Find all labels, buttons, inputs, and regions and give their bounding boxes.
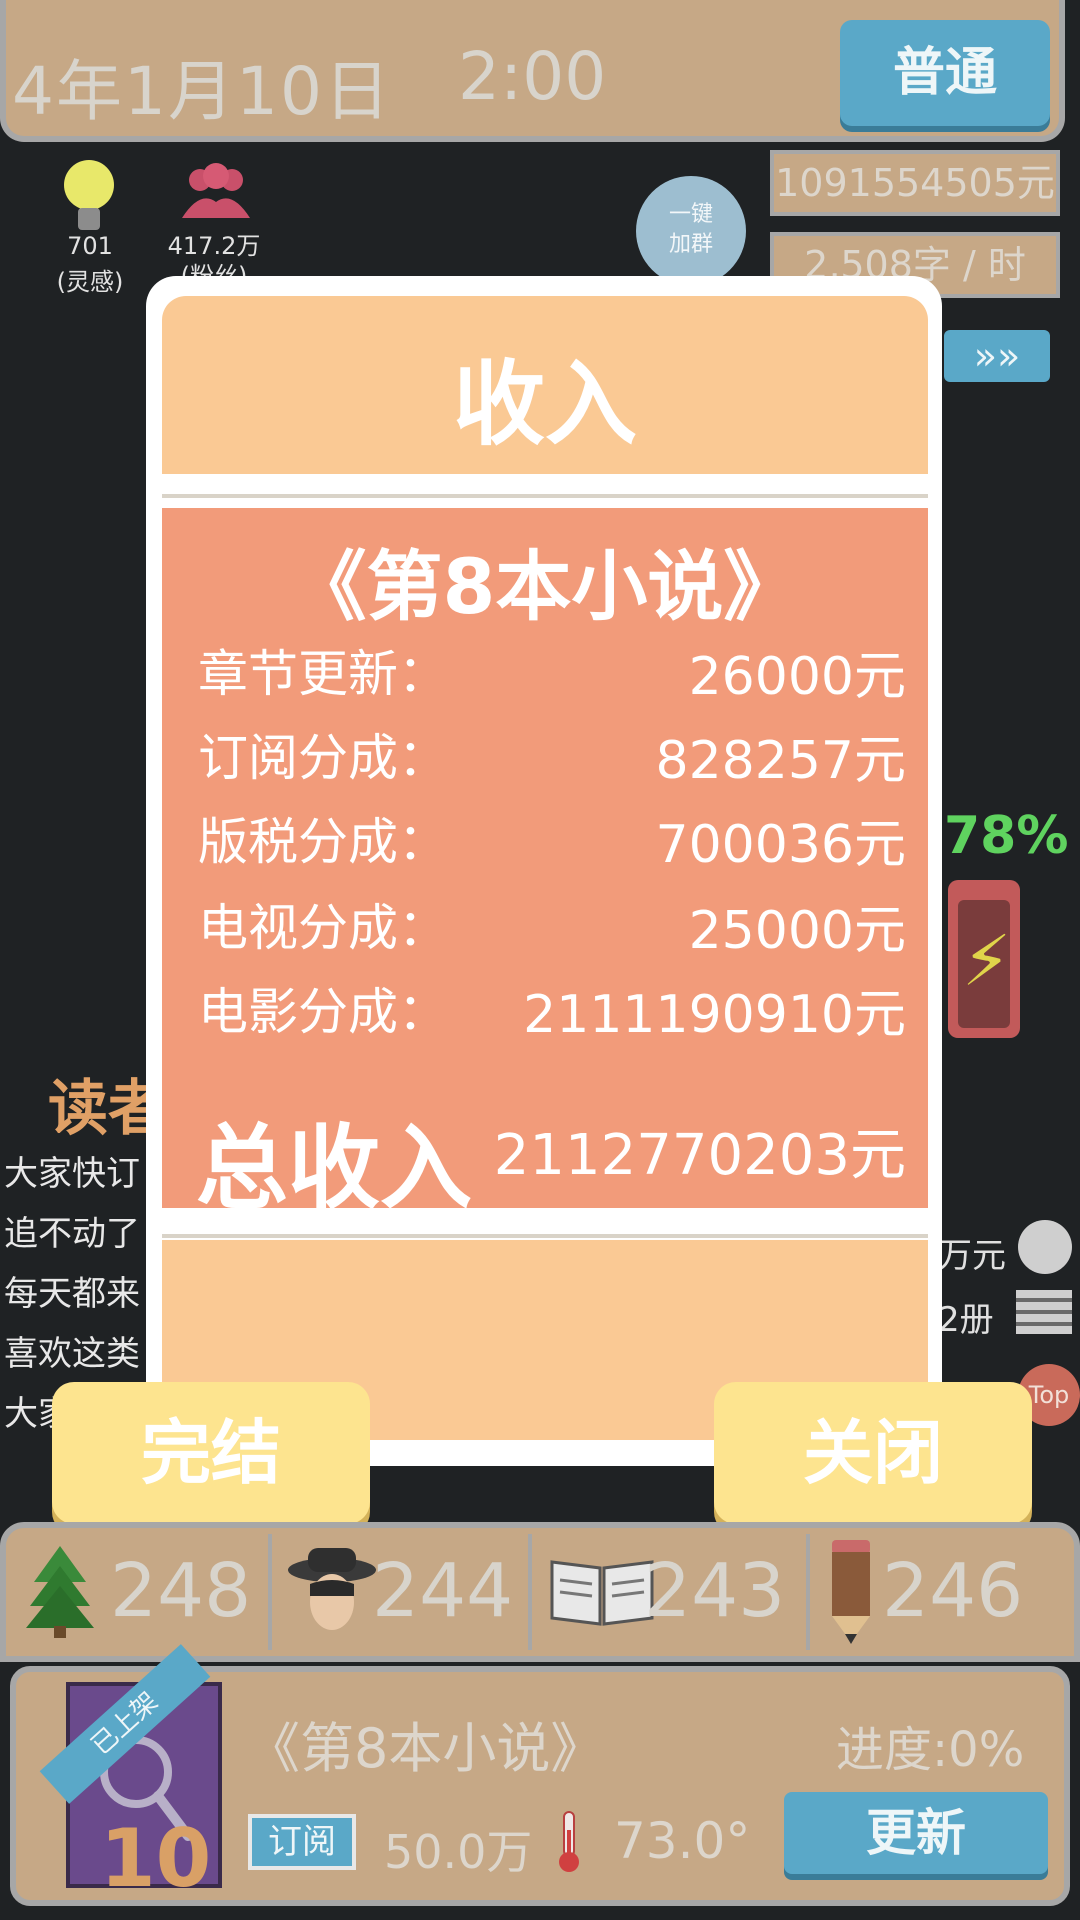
- speed-button[interactable]: 普通: [840, 20, 1050, 126]
- detective-icon: [288, 1548, 376, 1630]
- income-row-value: 828257元: [655, 731, 906, 791]
- fast-forward-button[interactable]: »»: [944, 330, 1050, 382]
- subscribe-badge: 订阅: [248, 1814, 356, 1870]
- income-row-value: 700036元: [655, 815, 906, 875]
- lightning-icon: ⚡: [962, 920, 1012, 1002]
- update-button[interactable]: 更新: [784, 1792, 1048, 1874]
- attribute-value: 248: [110, 1548, 252, 1634]
- join-group-button[interactable]: 一键 加群: [636, 176, 746, 286]
- inspiration-value: 701: [67, 232, 113, 260]
- fans-label: (粉丝): [180, 262, 248, 276]
- income-row-value: 2111190910元: [523, 985, 906, 1045]
- income-row-label: 订阅分成：: [198, 729, 448, 787]
- novel-name: 《第8本小说》: [290, 542, 800, 631]
- total-income-value: 2112770203元: [493, 1123, 906, 1188]
- subscribe-count: 50.0万: [384, 1825, 533, 1879]
- book-icon: [550, 1560, 654, 1626]
- game-time: 2:00: [458, 38, 607, 115]
- income-row-label: 章节更新：: [198, 645, 448, 703]
- book-title: 《第8本小说》: [246, 1717, 605, 1780]
- book-number: 10: [100, 1812, 212, 1905]
- heat-value: 73.0°: [614, 1812, 751, 1870]
- attribute-cell-tree: 248: [14, 1534, 272, 1650]
- reader-comment: 大家快订: [4, 1154, 140, 1194]
- pencil-icon: [832, 1540, 870, 1644]
- tree-icon: [26, 1546, 94, 1638]
- fans-icon: [182, 163, 250, 218]
- income-row-label: 版税分成：: [198, 813, 448, 871]
- energy-percent: 78%: [944, 806, 1069, 866]
- lightbulb-icon: [64, 160, 114, 210]
- side-books-value: 2册: [938, 1300, 994, 1340]
- book-progress: 进度:0%: [836, 1722, 1025, 1778]
- join-group-line2: 加群: [668, 232, 713, 257]
- dialog-divider-bottom: [162, 1208, 928, 1238]
- fan-icon: [1018, 1220, 1072, 1274]
- income-row-label: 电视分成：: [198, 899, 448, 957]
- dialog-divider: [162, 474, 928, 498]
- join-group-line1: 一键: [668, 202, 713, 227]
- finish-button[interactable]: 完结: [52, 1382, 370, 1524]
- income-row-value: 25000元: [688, 901, 906, 961]
- inspiration-label: (灵感): [56, 268, 124, 296]
- side-money-value: 万元: [938, 1236, 1006, 1276]
- thermometer-icon: [559, 1811, 579, 1872]
- attribute-cell-book: 243: [532, 1534, 810, 1650]
- close-button[interactable]: 关闭: [714, 1382, 1032, 1524]
- money-display: 1091554505元: [770, 150, 1060, 216]
- attribute-cell-pencil: 246: [810, 1534, 1066, 1650]
- book-stack-icon: [1016, 1290, 1072, 1334]
- attribute-value: 244: [372, 1548, 514, 1634]
- reader-comment: 喜欢这类: [4, 1334, 140, 1374]
- dialog-title: 收入: [452, 351, 637, 458]
- attribute-cell-detective: 244: [272, 1534, 532, 1650]
- attribute-value: 246: [882, 1548, 1024, 1634]
- reader-comment: 追不动了: [4, 1214, 140, 1254]
- lightbulb-base-icon: [78, 208, 100, 230]
- income-row-label: 电影分成：: [198, 983, 448, 1041]
- income-row-value: 26000元: [688, 647, 906, 707]
- game-date: 4年1月10日: [12, 53, 392, 130]
- attribute-value: 243: [644, 1548, 786, 1634]
- reader-comment: 每天都来: [4, 1274, 140, 1314]
